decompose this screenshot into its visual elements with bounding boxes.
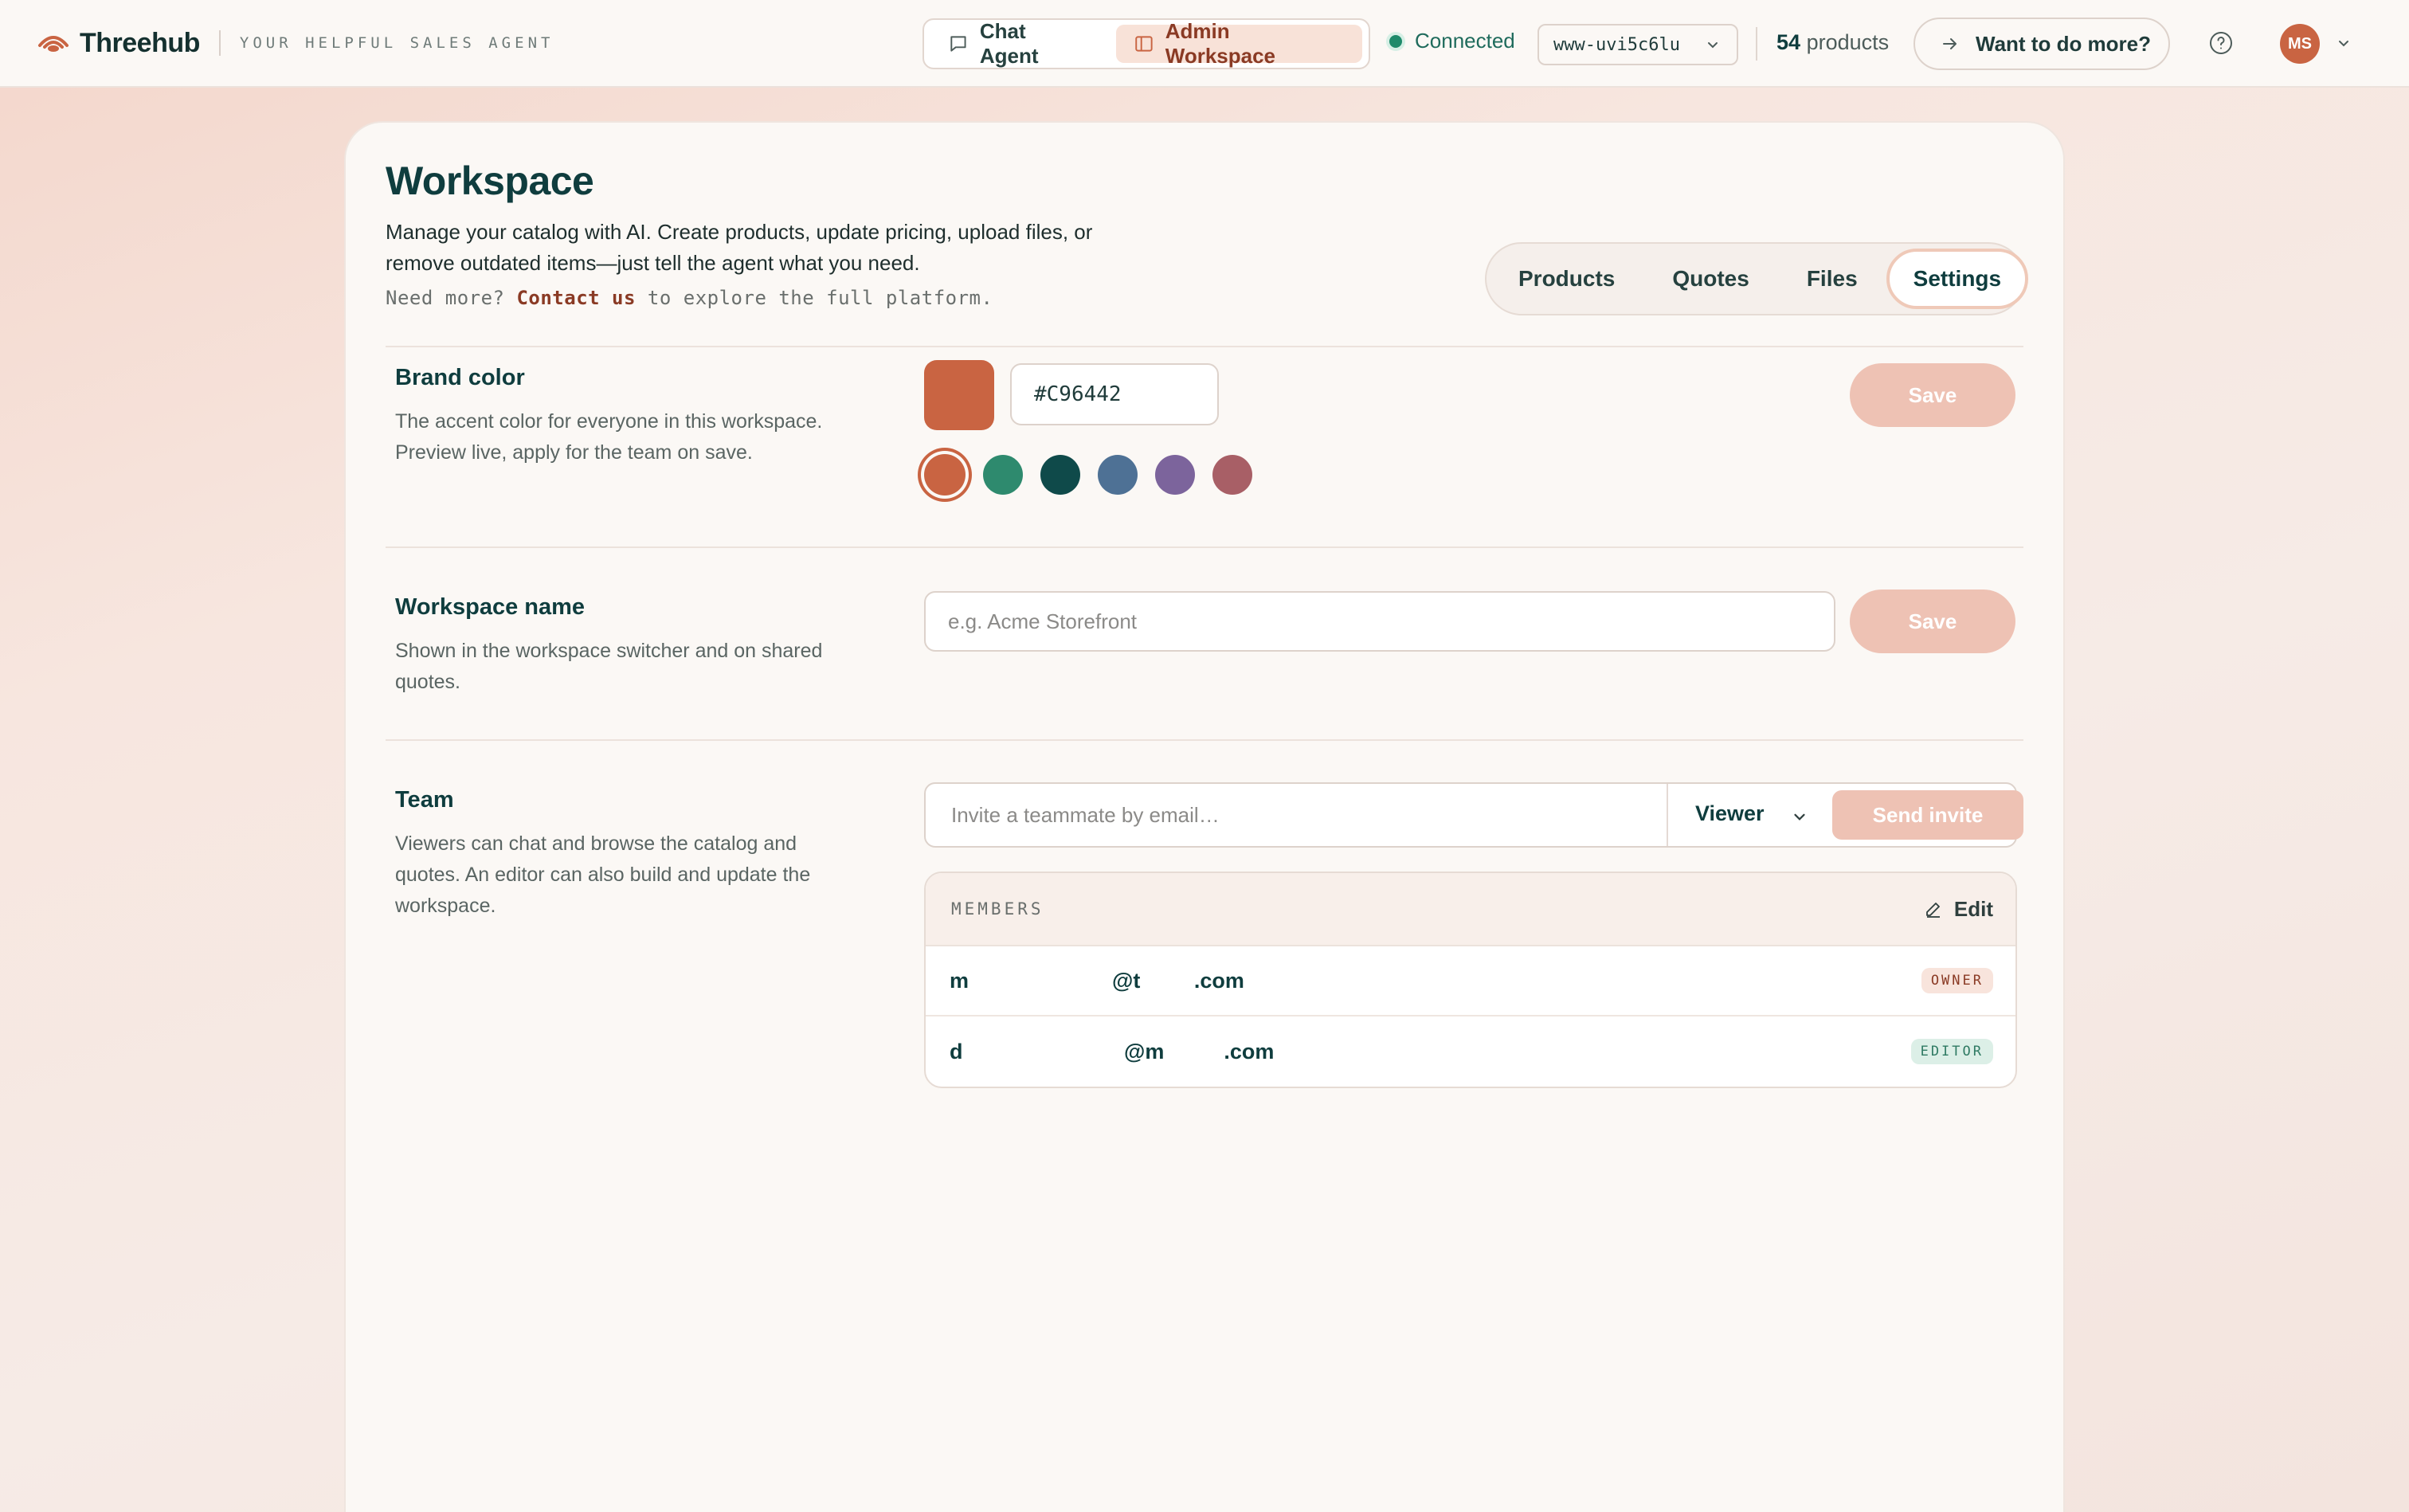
role-select[interactable]: Viewer [1695, 801, 1765, 826]
brand-name: Threehub [80, 27, 200, 58]
preset-color-orange[interactable] [924, 454, 966, 496]
edit-members-button[interactable]: Edit [1924, 897, 1993, 922]
members-header: MEMBERS Edit [926, 873, 2015, 946]
color-presets [924, 454, 1252, 496]
cta-suffix: to explore the full platform. [647, 287, 993, 309]
product-count-number: 54 [1776, 30, 1801, 54]
cta-prefix: Need more? [386, 287, 505, 309]
team-title: Team [395, 787, 454, 813]
chat-bubble-icon [950, 36, 966, 52]
admin-workspace-tab[interactable]: Admin Workspace [1115, 19, 1362, 68]
product-count-label: products [1806, 30, 1890, 54]
preset-color-rose[interactable] [1212, 455, 1252, 495]
workspace-select[interactable]: www-uvi5c6lu [1537, 24, 1738, 65]
want-more-label: Want to do more? [1976, 31, 2152, 56]
threehub-logo-icon [38, 36, 69, 52]
contact-cta: Need more? Contact us to explore the ful… [386, 287, 993, 309]
save-workspace-name-button[interactable]: Save [1850, 590, 2015, 653]
avatar[interactable]: MS [2280, 24, 2320, 64]
brand[interactable]: Threehub [37, 28, 200, 59]
send-invite-button[interactable]: Send invite [1832, 790, 2023, 840]
members-label: MEMBERS [951, 899, 1044, 919]
workspace-tabs: Products Quotes Files Settings [1485, 242, 2029, 315]
invite-divider [1667, 784, 1668, 846]
brand-color-description: The accent color for everyone in this wo… [395, 410, 823, 464]
workspace-card: Workspace Manage your catalog with AI. C… [344, 121, 2065, 1512]
panel-icon [1135, 36, 1153, 52]
page-description: Manage your catalog with AI. Create prod… [386, 220, 1093, 275]
status-label: Connected [1415, 29, 1515, 53]
connection-status: Connected [1389, 29, 1515, 53]
members-table: MEMBERS Edit m @t .com OWNER d @m .com E… [924, 872, 2017, 1088]
header-divider [1756, 27, 1757, 61]
save-brand-color-button[interactable]: Save [1850, 363, 2015, 427]
workspace-name-title: Workspace name [395, 594, 586, 620]
contact-us-link[interactable]: Contact us [516, 287, 636, 309]
preset-color-green[interactable] [983, 455, 1023, 495]
workspace-name-description: Shown in the workspace switcher and on s… [395, 640, 823, 693]
admin-workspace-label: Admin Workspace [1165, 19, 1276, 68]
workspace-id: www-uvi5c6lu [1553, 34, 1680, 55]
section-divider [386, 346, 2023, 347]
help-icon[interactable] [2208, 30, 2234, 56]
preset-color-teal[interactable] [1040, 455, 1080, 495]
chat-agent-label: Chat Agent [979, 19, 1039, 68]
page-title: Workspace [386, 159, 594, 203]
chevron-down-icon [1708, 42, 1718, 49]
preset-color-blue[interactable] [1098, 455, 1138, 495]
mode-switch: Chat Agent Admin Workspace [922, 18, 1370, 69]
status-dot-icon [1389, 34, 1402, 48]
edit-label: Edit [1953, 896, 1993, 921]
table-row[interactable]: m @t .com OWNER [926, 946, 2015, 1016]
arrow-right-icon [1943, 38, 1957, 49]
want-more-button[interactable]: Want to do more? [1913, 18, 2170, 70]
hex-color-input[interactable]: #C96442 [1010, 363, 1219, 425]
role-chevron-down-icon[interactable] [1791, 808, 1808, 825]
team-description: Viewers can chat and browse the catalog … [395, 832, 811, 917]
tab-files[interactable]: Files [1778, 249, 1886, 309]
brand-divider [218, 30, 221, 56]
invite-row: Viewer Send invite [924, 782, 2023, 848]
section-divider [386, 546, 2023, 548]
table-row[interactable]: d @m .com EDITOR [926, 1016, 2015, 1087]
product-count: 54 products [1776, 30, 1889, 55]
member-email: m @t .com [950, 968, 1244, 993]
role-badge: OWNER [1921, 968, 1993, 993]
section-divider [386, 739, 2023, 741]
pencil-icon [1925, 903, 1940, 918]
invite-email-input[interactable] [926, 784, 1667, 846]
member-email: d @m .com [950, 1039, 1275, 1063]
brand-tagline: YOUR HELPFUL SALES AGENT [239, 34, 554, 52]
tab-settings[interactable]: Settings [1886, 249, 2029, 309]
tab-products[interactable]: Products [1490, 249, 1643, 309]
workspace-name-input[interactable] [924, 591, 1835, 652]
preset-color-purple[interactable] [1155, 455, 1195, 495]
top-bar: Threehub YOUR HELPFUL SALES AGENT Chat A… [0, 0, 2409, 88]
tab-quotes[interactable]: Quotes [1643, 249, 1777, 309]
brand-color-swatch[interactable] [924, 360, 994, 430]
brand-color-title: Brand color [395, 365, 525, 390]
chat-agent-tab[interactable]: Chat Agent [930, 19, 1107, 68]
account-chevron-down-icon[interactable] [2336, 35, 2352, 51]
role-badge: EDITOR [1910, 1039, 1993, 1064]
